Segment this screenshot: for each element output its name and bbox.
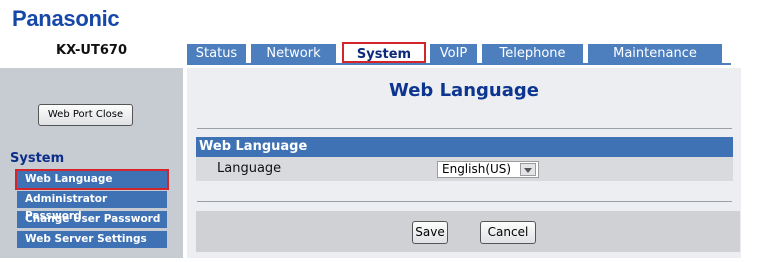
action-bar: Save Cancel xyxy=(196,211,740,252)
language-label: Language xyxy=(217,161,282,176)
tab-telephone[interactable]: Telephone xyxy=(482,44,583,63)
tab-voip[interactable]: VoIP xyxy=(430,44,477,63)
section-header: Web Language xyxy=(196,137,733,157)
divider-top xyxy=(197,128,732,129)
sidebar-item-web-language[interactable]: Web Language xyxy=(15,169,169,190)
sidebar: Web Port Close System Web Language Admin… xyxy=(0,68,183,258)
divider-bottom xyxy=(197,201,732,202)
language-select-value: English(US) xyxy=(442,162,512,176)
chevron-down-icon[interactable] xyxy=(520,163,536,176)
language-select[interactable]: English(US) xyxy=(437,161,539,178)
cancel-button[interactable]: Cancel xyxy=(480,221,536,244)
sidebar-item-administrator-password[interactable]: Administrator Password xyxy=(17,191,167,222)
model-name: KX-UT670 xyxy=(56,43,127,58)
sidebar-item-change-user-password[interactable]: Change User Password xyxy=(17,211,167,228)
sidebar-section-title: System xyxy=(10,151,65,166)
sidebar-menu: Web Language Administrator Password Chan… xyxy=(15,169,169,251)
tab-system[interactable]: System xyxy=(342,42,426,63)
page-title: Web Language xyxy=(389,80,539,101)
tab-status[interactable]: Status xyxy=(187,44,246,63)
panasonic-logo: Panasonic xyxy=(12,6,120,31)
main-content: Web Language Web Language Language Engli… xyxy=(187,68,741,258)
tab-network[interactable]: Network xyxy=(251,44,336,63)
language-row: Language English(US) xyxy=(196,157,733,181)
tab-maintenance[interactable]: Maintenance xyxy=(588,44,722,63)
web-port-close-button[interactable]: Web Port Close xyxy=(38,104,133,126)
save-button[interactable]: Save xyxy=(412,221,448,244)
tab-underline xyxy=(187,63,731,65)
sidebar-item-web-server-settings[interactable]: Web Server Settings xyxy=(17,231,167,248)
